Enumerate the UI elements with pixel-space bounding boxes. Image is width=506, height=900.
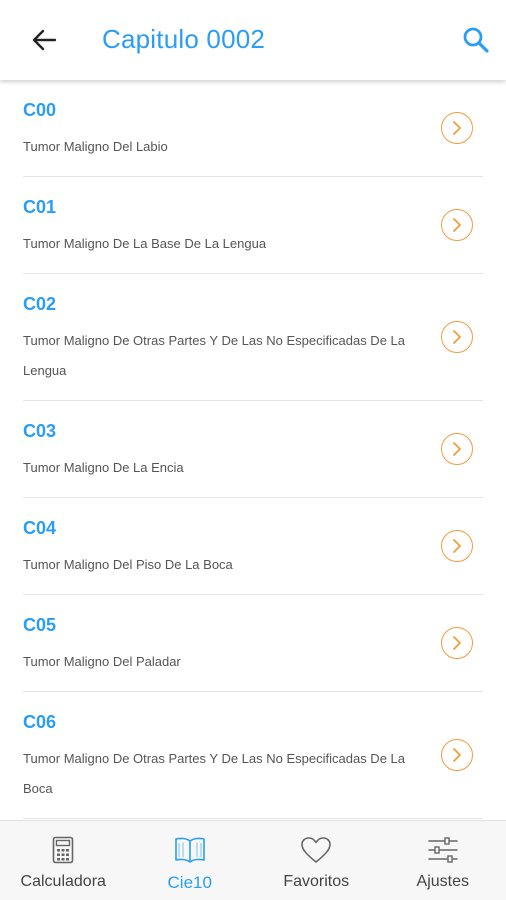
bottom-navigation: Calculadora Cie10 Favoritos Ajustes xyxy=(0,820,506,900)
sliders-icon xyxy=(427,835,459,865)
item-description: Tumor Maligno Del Piso De La Boca xyxy=(23,557,233,572)
chevron-right-icon[interactable] xyxy=(441,626,473,659)
list-item[interactable]: C00 Tumor Maligno Del Labio xyxy=(23,80,483,177)
page-title: Capitulo 0002 xyxy=(102,24,266,54)
nav-favoritos[interactable]: Favoritos xyxy=(253,821,380,900)
book-icon xyxy=(174,835,206,865)
chevron-right-icon[interactable] xyxy=(441,432,473,465)
list-item[interactable]: C03 Tumor Maligno De La Encia xyxy=(23,401,483,498)
item-code: C03 xyxy=(23,421,57,441)
nav-label: Favoritos xyxy=(283,873,350,890)
list-item[interactable]: C04 Tumor Maligno Del Piso De La Boca xyxy=(23,498,483,595)
chevron-right-icon[interactable] xyxy=(441,320,473,353)
item-description: Tumor Maligno De La Base De La Lengua xyxy=(23,236,267,251)
item-description: Tumor Maligno De La Encia xyxy=(23,460,184,475)
item-description: Tumor Maligno Del Labio xyxy=(23,139,168,154)
code-list: C00 Tumor Maligno Del Labio C01 Tumor Malig… xyxy=(0,80,506,820)
list-item[interactable]: C01 Tumor Maligno De La Base De La Lengua xyxy=(23,177,483,274)
item-code: C02 xyxy=(23,294,57,314)
nav-cie10[interactable]: Cie10 xyxy=(127,821,254,900)
search-button[interactable] xyxy=(458,22,494,58)
item-code: C04 xyxy=(23,518,57,538)
arrow-left-icon xyxy=(32,29,57,51)
nav-calculadora[interactable]: Calculadora xyxy=(0,821,127,900)
app-bar: Capitulo 0002 xyxy=(0,0,506,80)
item-code: C06 xyxy=(23,712,57,732)
item-code: C00 xyxy=(23,100,57,120)
item-description: Tumor Maligno De Otras Partes Y De Las N… xyxy=(23,333,405,378)
list-item[interactable]: C05 Tumor Maligno Del Paladar xyxy=(23,595,483,692)
item-description: Tumor Maligno Del Paladar xyxy=(23,654,181,669)
item-code: C05 xyxy=(23,615,57,635)
list-item[interactable]: C06 Tumor Maligno De Otras Partes Y De La… xyxy=(23,692,483,819)
search-icon xyxy=(463,27,489,53)
chevron-right-icon[interactable] xyxy=(441,529,473,562)
nav-label: Calculadora xyxy=(20,873,106,890)
nav-label: Cie10 xyxy=(167,873,212,892)
list-item[interactable]: C02 Tumor Maligno De Otras Partes Y De La… xyxy=(23,274,483,401)
chevron-right-icon[interactable] xyxy=(441,111,473,144)
item-description: Tumor Maligno De Otras Partes Y De Las N… xyxy=(23,751,405,796)
back-button[interactable] xyxy=(24,22,64,58)
item-code: C01 xyxy=(23,197,57,217)
heart-icon xyxy=(300,835,332,865)
chevron-right-icon[interactable] xyxy=(441,738,473,771)
nav-ajustes[interactable]: Ajustes xyxy=(380,821,506,900)
nav-label: Ajustes xyxy=(416,873,469,890)
chevron-right-icon[interactable] xyxy=(441,208,473,241)
calculator-icon xyxy=(52,835,74,865)
